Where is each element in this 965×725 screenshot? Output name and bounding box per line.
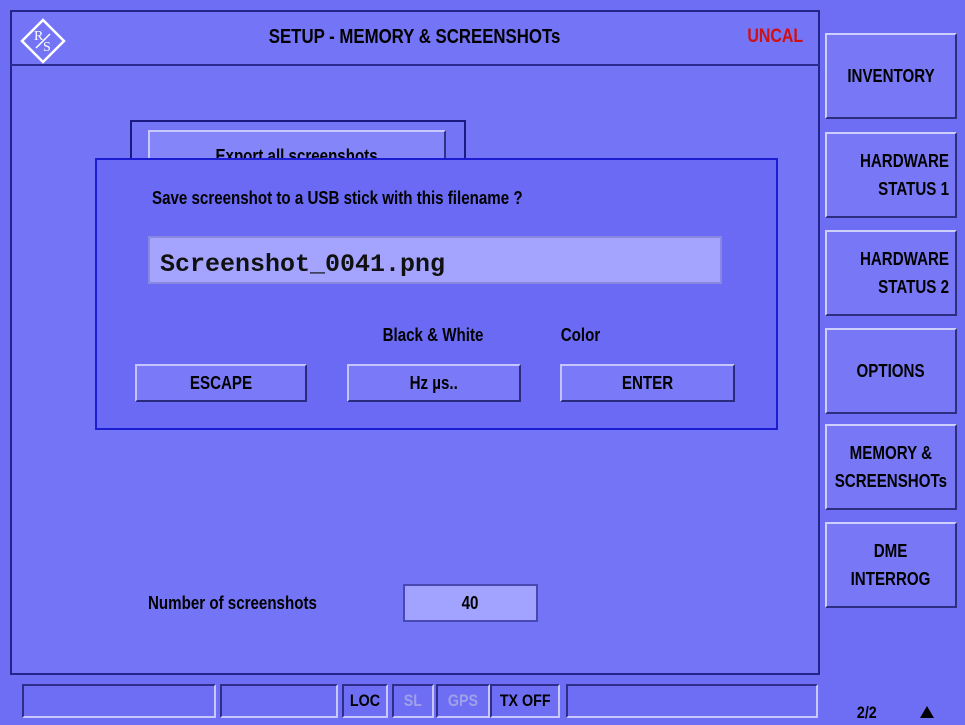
filename-input[interactable]: Screenshot_0041.png [148,236,722,284]
softkey-hardware-status-2[interactable]: HARDWARE STATUS 2 [825,230,957,316]
softkey-label-line2: SCREENSHOTs [834,471,948,491]
page-indicator: 2/2 [856,703,877,722]
status-loc: LOC [342,684,388,718]
softkey-label-line2: STATUS 2 [878,277,949,297]
status-sl: SL [392,684,434,718]
status-field-1 [22,684,216,718]
svg-text:S: S [43,40,51,55]
page-title: SETUP - MEMORY & SCREENSHOTs [269,26,561,48]
dialog-question: Save screenshot to a USB stick with this… [152,188,523,208]
up-arrow-icon[interactable] [920,706,934,718]
rs-logo-icon: R S [20,18,66,64]
status-tx-off: TX OFF [490,684,560,718]
softkey-label-line1: DME [874,541,908,561]
black-white-label: Black & White [382,325,484,345]
softkey-label-line1: HARDWARE [859,249,949,269]
color-enter-button[interactable]: ENTER [560,364,735,402]
softkey-hardware-status-1[interactable]: HARDWARE STATUS 1 [825,132,957,218]
softkey-label-line1: MEMORY & [849,443,933,463]
status-field-3 [566,684,818,718]
status-field-2 [220,684,338,718]
screenshot-count-field: 40 [403,584,538,622]
escape-button[interactable]: ESCAPE [135,364,307,402]
softkey-options[interactable]: OPTIONS [825,328,957,414]
softkey-inventory[interactable]: INVENTORY [825,33,957,119]
softkey-memory-screenshots[interactable]: MEMORY & SCREENSHOTs [825,424,957,510]
softkey-label-line1: HARDWARE [859,151,949,171]
black-white-button[interactable]: Hz µs.. [347,364,521,402]
color-label: Color [560,325,600,345]
softkey-label-line2: STATUS 1 [878,179,949,199]
status-gps: GPS [436,684,490,718]
softkey-label-line2: INTERROG [851,569,931,589]
screenshot-count-label: Number of screenshots [148,593,317,613]
softkey-dme-interrog[interactable]: DME INTERROG [825,522,957,608]
uncal-status: UNCAL [747,26,804,47]
